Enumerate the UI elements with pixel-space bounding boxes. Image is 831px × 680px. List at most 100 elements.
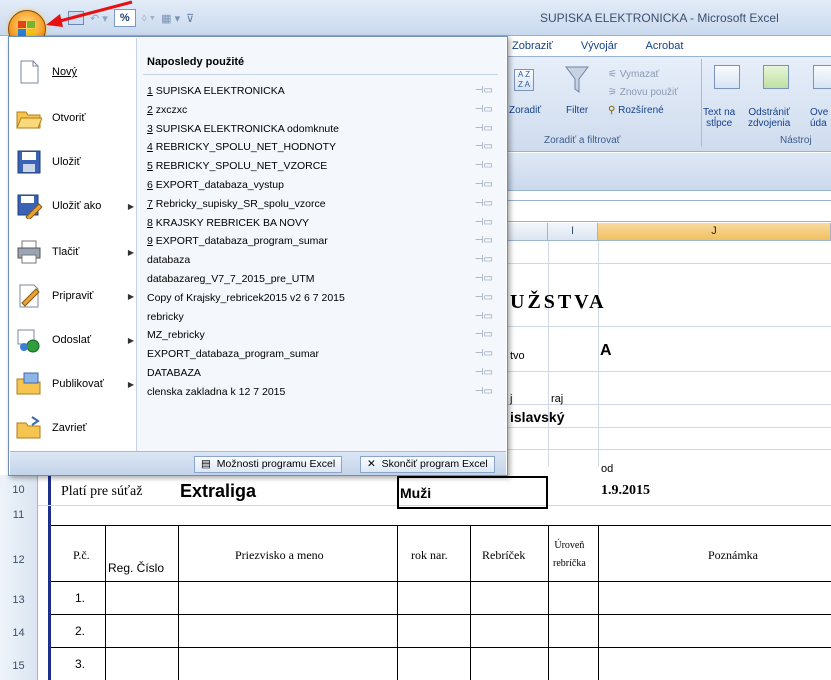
recent-file-item[interactable]: 7 Rebricky_supisky_SR_spolu_vzorce ⊣▭ bbox=[147, 195, 497, 213]
recent-file-item[interactable]: EXPORT_databaza_program_sumar ⊣▭ bbox=[147, 345, 497, 363]
value-a: A bbox=[600, 342, 612, 359]
paint-icon[interactable]: ⬨ ▾ bbox=[142, 12, 155, 25]
menu-send[interactable]: Odoslať ▶ bbox=[16, 320, 134, 360]
data-val-label-2: úda bbox=[810, 118, 827, 129]
recent-file-item[interactable]: 2 zxczxc ⊣▭ bbox=[147, 101, 497, 119]
recent-file-item[interactable]: databazareg_V7_7_2015_pre_UTM ⊣▭ bbox=[147, 270, 497, 288]
recent-file-item[interactable]: 3 SUPISKA ELEKTRONICKA odomknute ⊣▭ bbox=[147, 120, 497, 138]
data-validation-button[interactable]: Ove úda bbox=[810, 107, 828, 129]
window-title: SUPISKA ELEKTRONICKA - Microsoft Excel bbox=[540, 11, 779, 25]
text-to-columns-button[interactable]: Text na stĺpce bbox=[703, 107, 735, 129]
remove-duplicates-button[interactable]: Odstrániť zdvojenia bbox=[748, 107, 790, 129]
recent-file-item[interactable]: databaza ⊣▭ bbox=[147, 251, 497, 269]
text-to-columns-icon[interactable] bbox=[714, 65, 740, 89]
recent-file-item[interactable]: 9 EXPORT_databaza_program_sumar ⊣▭ bbox=[147, 232, 497, 250]
row-header-15[interactable]: 15 bbox=[0, 647, 38, 680]
exit-excel-button[interactable]: ✕ Skončiť program Excel bbox=[360, 456, 495, 473]
prepare-icon bbox=[19, 284, 40, 308]
format-icon[interactable]: ▦ ▾ bbox=[161, 12, 180, 25]
filter-icon[interactable] bbox=[564, 65, 590, 95]
header-reg-number: Reg. Číslo bbox=[108, 561, 165, 575]
filter-button[interactable]: Filter bbox=[566, 105, 588, 116]
recent-file-item[interactable]: Copy of Krajsky_rebricek2015 v2 6 7 2015… bbox=[147, 289, 497, 307]
pin-icon[interactable]: ⊣▭ bbox=[475, 345, 493, 363]
menu-new[interactable]: Nový bbox=[16, 52, 134, 92]
recent-file-number: 3 bbox=[147, 122, 153, 135]
grid-line bbox=[598, 241, 599, 467]
menu-save-as-label: Uložiť ako bbox=[52, 200, 102, 212]
pin-icon[interactable]: ⊣▭ bbox=[475, 364, 493, 382]
clear-button[interactable]: ⚟ Vymazať bbox=[608, 69, 659, 80]
qat-customize-icon[interactable]: ⊽ bbox=[186, 12, 194, 25]
pin-icon[interactable]: ⊣▭ bbox=[475, 138, 493, 156]
remove-duplicates-icon[interactable] bbox=[763, 65, 789, 89]
pin-icon[interactable]: ⊣▭ bbox=[475, 308, 493, 326]
label-tvo: tvo bbox=[510, 350, 525, 362]
column-header-j[interactable]: J bbox=[598, 223, 831, 241]
recent-file-item[interactable]: 5 REBRICKY_SPOLU_NET_VZORCE ⊣▭ bbox=[147, 157, 497, 175]
recent-file-item[interactable]: 8 KRAJSKY REBRICEK BA NOVY ⊣▭ bbox=[147, 214, 497, 232]
recent-file-item[interactable]: DATABAZA ⊣▭ bbox=[147, 364, 497, 382]
pin-icon[interactable]: ⊣▭ bbox=[475, 214, 493, 232]
value-date: 1.9.2015 bbox=[601, 483, 650, 498]
pin-icon[interactable]: ⊣▭ bbox=[475, 270, 493, 288]
menu-open[interactable]: Otvoriť bbox=[16, 98, 134, 138]
row-header-14[interactable]: 14 bbox=[0, 614, 38, 647]
row-header-13[interactable]: 13 bbox=[0, 581, 38, 614]
ribbon: A ZZ A Zoradiť Filter ⚟ Vymazať ⚞ Znovu … bbox=[508, 56, 831, 152]
row-order-1: 1. bbox=[75, 591, 86, 605]
menu-print-label: Tlačiť bbox=[52, 246, 80, 258]
advanced-button[interactable]: ⚲ Rozšírené bbox=[608, 105, 664, 116]
recent-file-item[interactable]: 1 SUPISKA ELEKTRONICKA ⊣▭ bbox=[147, 82, 497, 100]
pin-icon[interactable]: ⊣▭ bbox=[475, 157, 493, 175]
recent-file-name: SUPISKA ELEKTRONICKA odomknute bbox=[155, 122, 340, 135]
level-label-1: Úroveň bbox=[554, 540, 585, 551]
row-order-2: 2. bbox=[75, 624, 86, 638]
menu-print[interactable]: Tlačiť ▶ bbox=[16, 232, 134, 272]
row-header-11[interactable]: 11 bbox=[0, 505, 38, 525]
sort-az-icon[interactable]: A ZZ A bbox=[514, 69, 534, 91]
menu-publish[interactable]: Publikovať ▶ bbox=[16, 364, 134, 404]
pin-icon[interactable]: ⊣▭ bbox=[475, 232, 493, 250]
menu-send-label: Odoslať bbox=[52, 334, 91, 346]
grid-line bbox=[548, 525, 549, 680]
recent-file-item[interactable]: clenska zakladna k 12 7 2015 ⊣▭ bbox=[147, 383, 497, 401]
grid-line bbox=[51, 581, 831, 582]
recent-file-item[interactable]: MZ_rebricky ⊣▭ bbox=[147, 326, 497, 344]
row-header-12[interactable]: 12 bbox=[0, 525, 38, 581]
menu-save-label: Uložiť bbox=[52, 156, 81, 168]
pin-icon[interactable]: ⊣▭ bbox=[475, 195, 493, 213]
formula-bar[interactable] bbox=[508, 200, 831, 222]
recent-file-item[interactable]: rebricky ⊣▭ bbox=[147, 308, 497, 326]
menu-prepare[interactable]: Pripraviť ▶ bbox=[16, 276, 134, 316]
menu-save-as[interactable]: Uložiť ako ▶ bbox=[16, 186, 134, 226]
sort-button[interactable]: Zoradiť bbox=[509, 105, 541, 116]
recent-file-name: SUPISKA ELEKTRONICKA bbox=[155, 85, 285, 97]
menu-close[interactable]: Zavrieť bbox=[16, 408, 134, 448]
excel-options-button[interactable]: ▤ Možnosti programu Excel bbox=[194, 456, 343, 473]
pin-icon[interactable]: ⊣▭ bbox=[475, 251, 493, 269]
pin-icon[interactable]: ⊣▭ bbox=[475, 82, 493, 100]
data-validation-icon[interactable] bbox=[813, 65, 831, 89]
column-header-i[interactable]: I bbox=[548, 223, 598, 241]
recent-file-name: KRAJSKY REBRICEK BA NOVY bbox=[155, 216, 310, 229]
pin-icon[interactable]: ⊣▭ bbox=[475, 289, 493, 307]
value-category: Muži bbox=[400, 485, 432, 501]
data-val-label-1: Ove bbox=[810, 107, 829, 118]
pin-icon[interactable]: ⊣▭ bbox=[475, 101, 493, 119]
recent-file-item[interactable]: 4 REBRICKY_SPOLU_NET_HODNOTY ⊣▭ bbox=[147, 138, 497, 156]
pin-icon[interactable]: ⊣▭ bbox=[475, 176, 493, 194]
office-logo-icon bbox=[18, 21, 36, 37]
recent-file-name: Copy of Krajsky_rebricek2015 v2 6 7 2015 bbox=[147, 291, 345, 304]
menu-save[interactable]: Uložiť bbox=[16, 142, 134, 182]
recent-file-number: 7 bbox=[147, 197, 153, 210]
pin-icon[interactable]: ⊣▭ bbox=[475, 383, 493, 401]
reapply-button[interactable]: ⚞ Znovu použiť bbox=[608, 87, 678, 98]
recent-file-item[interactable]: 6 EXPORT_databaza_vystup ⊣▭ bbox=[147, 176, 497, 194]
menu-footer: ▤ Možnosti programu Excel ✕ Skončiť prog… bbox=[10, 451, 506, 475]
row-header-10[interactable]: 10 bbox=[0, 475, 38, 505]
pin-icon[interactable]: ⊣▭ bbox=[475, 120, 493, 138]
advanced-icon: ⚲ bbox=[608, 105, 616, 116]
recent-file-number: 6 bbox=[147, 179, 153, 191]
pin-icon[interactable]: ⊣▭ bbox=[475, 326, 493, 344]
